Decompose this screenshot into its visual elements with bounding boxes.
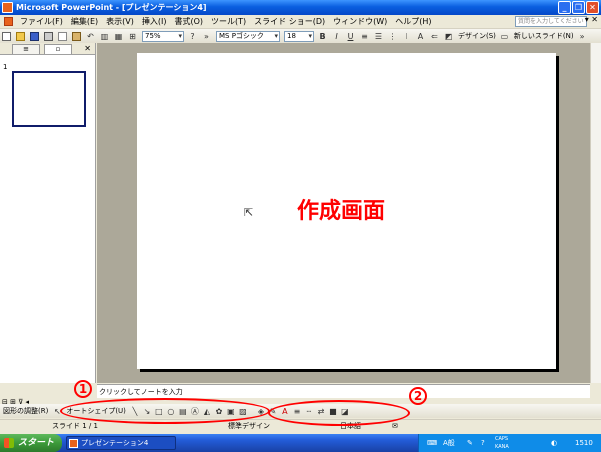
slide-edit-area: ⇱ 作成画面	[97, 43, 590, 383]
annotation-ellipse-1	[60, 398, 270, 424]
copy-icon[interactable]	[56, 30, 69, 42]
window-controls: _ ❐ ✕	[558, 1, 599, 14]
draw-menu[interactable]: 図形の調整(R)	[0, 406, 51, 416]
bullets-icon[interactable]: ⁝	[400, 30, 413, 42]
new-document-icon[interactable]	[0, 30, 13, 42]
annotation-marker-2: 2	[409, 387, 427, 405]
slide-number: 1	[3, 63, 8, 71]
windows-taskbar: スタート プレゼンテーション4 ⌨ A般 ✎ ? CAPS KANA ◐ 151…	[0, 434, 601, 452]
undo-icon[interactable]: ↶	[84, 30, 97, 42]
design-icon: ◩	[444, 31, 453, 41]
annotation-marker-1: 1	[74, 380, 92, 398]
toolbar-more-icon[interactable]: »	[576, 30, 589, 42]
slide-position: スライド 1 / 1	[52, 422, 98, 430]
menu-tools[interactable]: ツール(T)	[207, 16, 250, 27]
design-template: 標準デザイン	[228, 422, 270, 430]
ime-indicator[interactable]: A般	[443, 434, 455, 452]
menu-slideshow[interactable]: スライド ショー(D)	[250, 16, 329, 27]
spelling-status-icon: ✉	[392, 422, 398, 430]
taskbar-item-label: プレゼンテーション4	[81, 439, 149, 447]
kana-indicator: KANA	[495, 444, 509, 450]
bold-button[interactable]: B	[316, 30, 329, 42]
menu-bar: ファイル(F) 編集(E) 表示(V) 挿入(I) 書式(O) ツール(T) ス…	[0, 15, 601, 29]
numbering-icon[interactable]: ⋮	[386, 30, 399, 42]
minimize-button[interactable]: _	[558, 1, 571, 14]
save-icon[interactable]	[28, 30, 41, 42]
toolbar-options-icon[interactable]: »	[200, 30, 213, 42]
start-label: スタート	[18, 438, 55, 448]
tab-slides[interactable]: ▫	[44, 44, 72, 54]
decrease-indent-icon[interactable]: ⇐	[428, 30, 441, 42]
tab-outline[interactable]: ≡	[12, 44, 40, 54]
standard-toolbar: ↶ ▥ ▦ ⊞ 75% ? » MS Pゴシック 18 B I U ≡ ☰ ⋮ …	[0, 29, 601, 43]
zoom-select[interactable]: 75%	[142, 30, 184, 42]
italic-button[interactable]: I	[330, 30, 343, 42]
help-question-input[interactable]: 質問を入力してください	[515, 16, 587, 27]
font-select[interactable]: MS Pゴシック	[216, 30, 280, 42]
menu-file[interactable]: ファイル(F)	[16, 16, 67, 27]
slides-pane: ≡ ▫ ✕ 1	[0, 43, 96, 383]
menu-view[interactable]: 表示(V)	[102, 16, 138, 27]
restore-button[interactable]: ❐	[572, 1, 585, 14]
help-icon[interactable]: ?	[186, 30, 199, 42]
paste-icon[interactable]	[70, 30, 83, 42]
grid-icon[interactable]: ⊞	[126, 30, 139, 42]
align-center-icon[interactable]: ☰	[372, 30, 385, 42]
clock: 1510	[575, 439, 593, 447]
new-slide-button[interactable]: 新しいスライド(N)	[512, 31, 576, 41]
close-button[interactable]: ✕	[586, 1, 599, 14]
document-icon[interactable]	[4, 17, 13, 26]
print-icon[interactable]	[42, 30, 55, 42]
window-title: Microsoft PowerPoint - [プレゼンテーション4]	[16, 3, 207, 12]
start-button[interactable]: スタート	[0, 434, 62, 452]
tray-keyboard-icon[interactable]: ⌨	[427, 434, 437, 452]
ime-tools-icon[interactable]: ✎	[467, 434, 473, 452]
slide-label: 作成画面	[297, 199, 386, 224]
menu-window[interactable]: ウィンドウ(W)	[329, 16, 391, 27]
slide-thumbnail[interactable]	[12, 71, 86, 127]
increase-font-icon[interactable]: A	[414, 30, 427, 42]
pane-close-icon[interactable]: ✕	[84, 44, 91, 53]
caps-indicator: CAPS	[495, 436, 509, 442]
design-button[interactable]: デザイン(S)	[456, 31, 498, 41]
notes-pane[interactable]: クリックしてノートを入力	[97, 384, 590, 398]
document-close-icon[interactable]: ▾ ✕	[585, 15, 598, 24]
menu-help[interactable]: ヘルプ(H)	[391, 16, 435, 27]
pane-tabs: ≡ ▫ ✕	[0, 43, 95, 55]
underline-button[interactable]: U	[344, 30, 357, 42]
taskbar-item-presentation[interactable]: プレゼンテーション4	[66, 436, 176, 450]
menu-edit[interactable]: 編集(E)	[67, 16, 102, 27]
tray-network-icon[interactable]: ◐	[551, 434, 557, 452]
windows-flag-icon	[4, 438, 14, 448]
insert-table-icon[interactable]: ▦	[112, 30, 125, 42]
ime-help-icon[interactable]: ?	[481, 434, 485, 452]
font-size-select[interactable]: 18	[284, 30, 314, 42]
powerpoint-task-icon	[69, 439, 78, 448]
powerpoint-app-icon[interactable]	[2, 2, 13, 13]
system-tray: ⌨ A般 ✎ ? CAPS KANA ◐ 1510	[418, 434, 601, 452]
vertical-scrollbar[interactable]	[590, 43, 601, 383]
menu-insert[interactable]: 挿入(I)	[138, 16, 171, 27]
open-folder-icon[interactable]	[14, 30, 27, 42]
insert-chart-icon[interactable]: ▥	[98, 30, 111, 42]
new-slide-icon: ▭	[500, 31, 509, 41]
slide-canvas[interactable]: ⇱ 作成画面	[137, 53, 556, 369]
mouse-pointer-icon: ⇱	[244, 206, 254, 219]
align-left-icon[interactable]: ≡	[358, 30, 371, 42]
menu-format[interactable]: 書式(O)	[170, 16, 207, 27]
title-bar: Microsoft PowerPoint - [プレゼンテーション4] _ ❐ …	[0, 0, 601, 15]
annotation-ellipse-2	[268, 400, 410, 426]
